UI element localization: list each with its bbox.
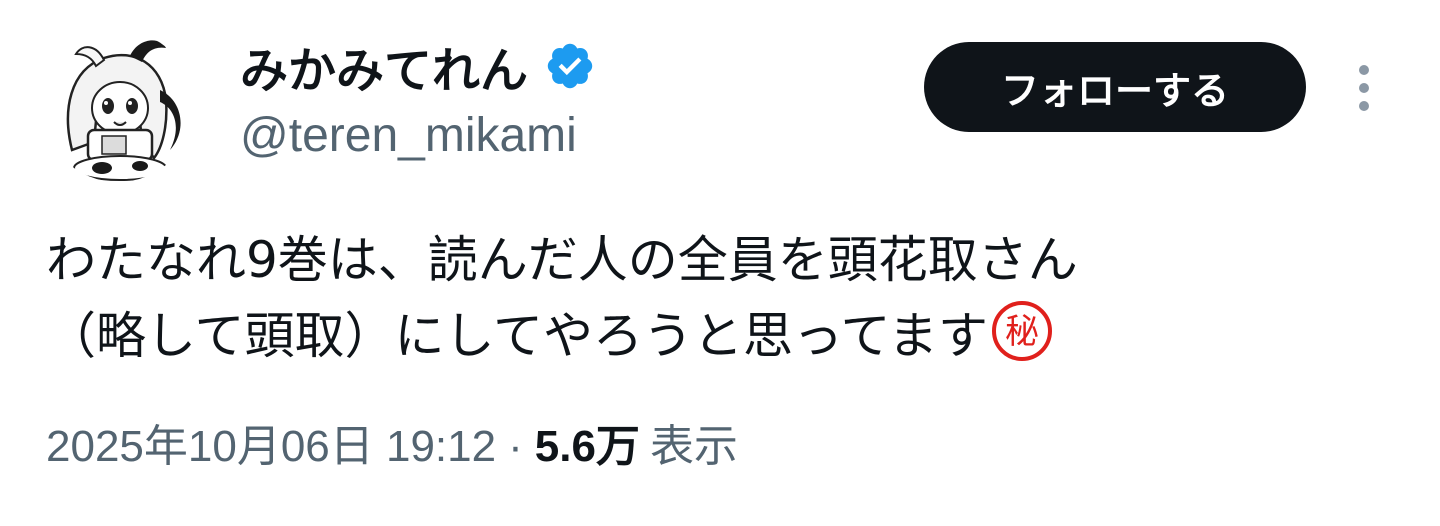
tweet-text-line-2-text: （略して頭取）にしてやろうと思ってます [46, 307, 988, 365]
tweet-datetime[interactable]: 2025年10月06日 19:12 [46, 422, 496, 471]
meta-separator: · [508, 422, 523, 471]
tweet-card: みかみてれん @teren_mikami フォローする わたなれ9巻は、読んだ人… [0, 0, 1440, 526]
view-count-label: 表示 [649, 422, 738, 471]
tweet-meta: 2025年10月06日 19:12 · 5.6万 表示 [46, 416, 738, 478]
verified-badge-icon[interactable] [544, 40, 596, 92]
secret-emoji-glyph: 秘 [1005, 312, 1039, 352]
view-count[interactable]: 5.6万 [535, 422, 640, 471]
more-vertical-icon[interactable] [1344, 60, 1384, 116]
tweet-text-line-2: （略して頭取）にしてやろうと思ってます秘 [46, 298, 1406, 374]
user-avatar[interactable] [42, 30, 194, 182]
follow-button[interactable]: フォローする [924, 42, 1306, 132]
user-handle[interactable]: @teren_mikami [240, 108, 596, 163]
user-header: みかみてれん @teren_mikami [240, 30, 596, 163]
tweet-text-line-1: わたなれ9巻は、読んだ人の全員を頭花取さん [46, 231, 1078, 289]
name-row: みかみてれん [240, 30, 596, 102]
display-name[interactable]: みかみてれん [240, 31, 528, 101]
circled-secret-emoji: 秘 [990, 299, 1054, 363]
avatar-illustration-icon [42, 30, 194, 182]
tweet-text: わたなれ9巻は、読んだ人の全員を頭花取さん （略して頭取）にしてやろうと思ってま… [46, 222, 1406, 374]
